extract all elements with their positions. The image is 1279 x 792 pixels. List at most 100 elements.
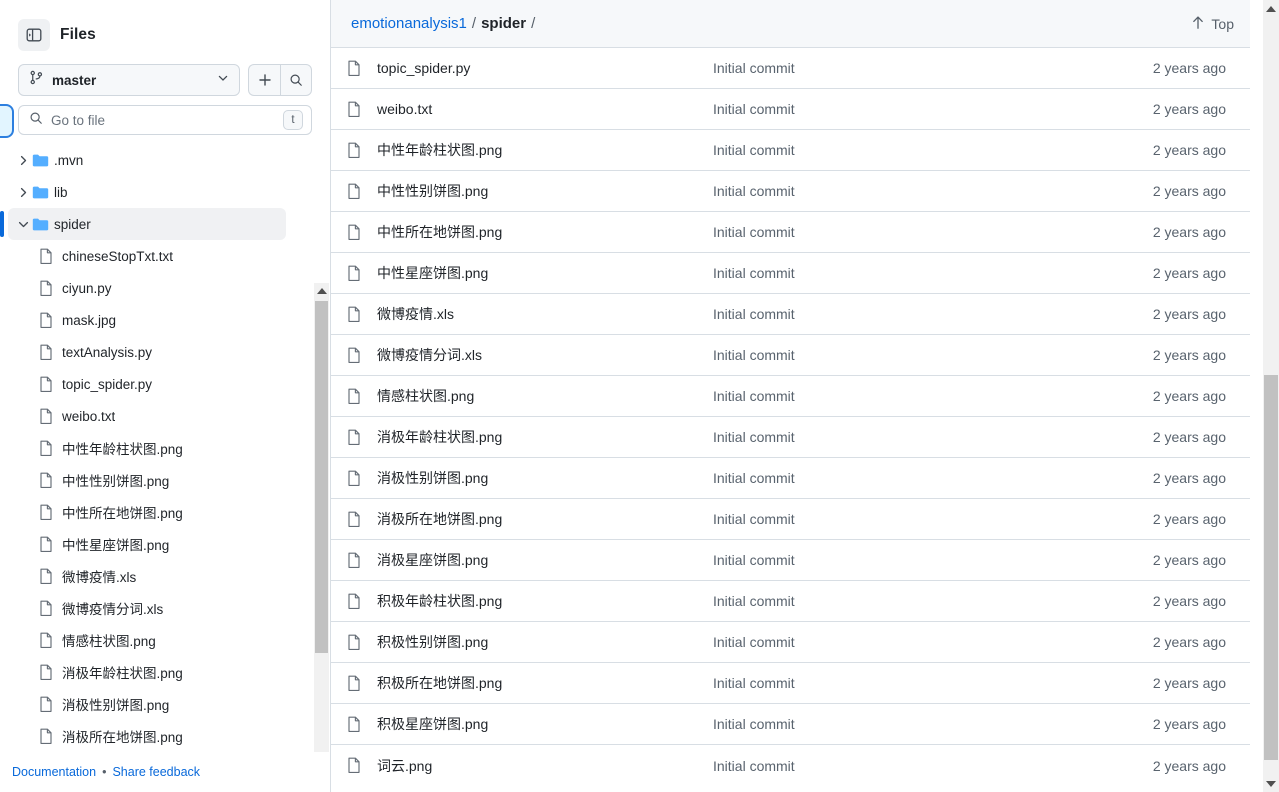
commit-message[interactable]: Initial commit [713,716,1100,732]
browser-scrollbar[interactable] [1263,0,1279,792]
commit-message[interactable]: Initial commit [713,429,1100,445]
tree-file-item[interactable]: 消极性别饼图.png [8,688,286,720]
commit-message[interactable]: Initial commit [713,552,1100,568]
tree-file-item[interactable]: ciyun.py [8,272,286,304]
file-name-link[interactable]: 中性年龄柱状图.png [377,140,713,160]
file-name-link[interactable]: 消极年龄柱状图.png [377,427,713,447]
table-row[interactable]: 积极所在地饼图.png Initial commit 2 years ago [331,663,1250,704]
file-name-link[interactable]: 消极性别饼图.png [377,468,713,488]
table-row[interactable]: 消极所在地饼图.png Initial commit 2 years ago [331,499,1250,540]
scroll-down-arrow[interactable] [1263,775,1279,792]
table-row[interactable]: weibo.txt Initial commit 2 years ago [331,89,1250,130]
file-icon [38,632,62,649]
tree-folder-lib[interactable]: lib [8,176,286,208]
tree-file-item[interactable]: 情感柱状图.png [8,624,286,656]
file-name-link[interactable]: topic_spider.py [377,60,713,76]
table-row[interactable]: 消极性别饼图.png Initial commit 2 years ago [331,458,1250,499]
top-button[interactable]: Top [1191,15,1234,33]
documentation-link[interactable]: Documentation [12,765,96,779]
file-name-link[interactable]: 中性星座饼图.png [377,263,713,283]
breadcrumb-repo-link[interactable]: emotionanalysis1 [351,15,467,32]
commit-message[interactable]: Initial commit [713,675,1100,691]
table-row[interactable]: topic_spider.py Initial commit 2 years ago [331,48,1250,89]
commit-time: 2 years ago [1152,716,1226,732]
commit-message[interactable]: Initial commit [713,593,1100,609]
commit-message[interactable]: Initial commit [713,224,1100,240]
table-row[interactable]: 积极性别饼图.png Initial commit 2 years ago [331,622,1250,663]
sidebar-scroll-up-arrow[interactable] [314,283,329,299]
tree-file-item[interactable]: 中性所在地饼图.png [8,496,286,528]
table-row[interactable]: 消极星座饼图.png Initial commit 2 years ago [331,540,1250,581]
file-name-link[interactable]: 消极星座饼图.png [377,550,713,570]
file-name-link[interactable]: 积极性别饼图.png [377,632,713,652]
commit-message[interactable]: Initial commit [713,634,1100,650]
commit-message[interactable]: Initial commit [713,470,1100,486]
file-name-link[interactable]: 积极星座饼图.png [377,714,713,734]
table-row[interactable]: 中性星座饼图.png Initial commit 2 years ago [331,253,1250,294]
commit-message[interactable]: Initial commit [713,511,1100,527]
file-name-link[interactable]: 中性性别饼图.png [377,181,713,201]
commit-message[interactable]: Initial commit [713,60,1100,76]
table-row[interactable]: 微博疫情分词.xls Initial commit 2 years ago [331,335,1250,376]
table-row[interactable]: 中性性别饼图.png Initial commit 2 years ago [331,171,1250,212]
share-feedback-link[interactable]: Share feedback [112,765,200,779]
scroll-thumb[interactable] [1264,375,1278,760]
gotofile-container[interactable]: t [18,105,312,135]
commit-message[interactable]: Initial commit [713,183,1100,199]
file-name-link[interactable]: weibo.txt [377,101,713,117]
file-icon [331,593,377,610]
file-name-link[interactable]: 消极所在地饼图.png [377,509,713,529]
sidebar-collapse-icon[interactable] [18,19,50,51]
file-name-link[interactable]: 微博疫情分词.xls [377,345,713,365]
table-row[interactable]: 消极年龄柱状图.png Initial commit 2 years ago [331,417,1250,458]
commit-message[interactable]: Initial commit [713,142,1100,158]
file-name-link[interactable]: 中性所在地饼图.png [377,222,713,242]
tree-file-item[interactable]: textAnalysis.py [8,336,286,368]
table-row[interactable]: 词云.png Initial commit 2 years ago [331,745,1250,786]
search-button[interactable] [280,64,312,96]
commit-message[interactable]: Initial commit [713,388,1100,404]
table-row[interactable]: 积极年龄柱状图.png Initial commit 2 years ago [331,581,1250,622]
chevron-right-icon[interactable] [14,186,32,199]
tree-file-item[interactable]: topic_spider.py [8,368,286,400]
add-file-button[interactable] [248,64,280,96]
file-name-link[interactable]: 微博疫情.xls [377,304,713,324]
table-row[interactable]: 积极星座饼图.png Initial commit 2 years ago [331,704,1250,745]
tree-file-item[interactable]: chineseStopTxt.txt [8,240,286,272]
table-row[interactable]: 中性所在地饼图.png Initial commit 2 years ago [331,212,1250,253]
file-icon [331,306,377,323]
table-row[interactable]: 微博疫情.xls Initial commit 2 years ago [331,294,1250,335]
tree-folder-spider[interactable]: spider [0,208,286,240]
commit-message[interactable]: Initial commit [713,265,1100,281]
search-input[interactable] [51,112,275,128]
tree-item-label: 中性所在地饼图.png [62,506,183,521]
commit-message[interactable]: Initial commit [713,758,1100,774]
tree-file-item[interactable]: 微博疫情.xls [8,560,286,592]
breadcrumb: emotionanalysis1 / spider / [351,15,535,32]
tree-file-item[interactable]: 中性年龄柱状图.png [8,432,286,464]
file-name-link[interactable]: 积极所在地饼图.png [377,673,713,693]
tree-file-item[interactable]: weibo.txt [8,400,286,432]
tree-file-item[interactable]: mask.jpg [8,304,286,336]
sidebar-scroll-thumb[interactable] [315,301,328,653]
sidebar-scrollbar[interactable] [314,283,329,752]
file-name-link[interactable]: 情感柱状图.png [377,386,713,406]
tree-file-item[interactable]: 微博疫情分词.xls [8,592,286,624]
chevron-down-icon[interactable] [14,218,32,231]
tree-file-item[interactable]: 消极年龄柱状图.png [8,656,286,688]
branch-selector[interactable]: master [18,64,240,96]
tree-folder-mvn[interactable]: .mvn [8,144,286,176]
table-row[interactable]: 中性年龄柱状图.png Initial commit 2 years ago [331,130,1250,171]
file-name-link[interactable]: 积极年龄柱状图.png [377,591,713,611]
file-icon [38,408,62,425]
table-row[interactable]: 情感柱状图.png Initial commit 2 years ago [331,376,1250,417]
tree-file-item[interactable]: 中性性别饼图.png [8,464,286,496]
commit-message[interactable]: Initial commit [713,101,1100,117]
scroll-up-arrow[interactable] [1263,0,1279,17]
commit-message[interactable]: Initial commit [713,347,1100,363]
file-name-link[interactable]: 词云.png [377,756,713,776]
tree-file-item[interactable]: 消极所在地饼图.png [8,720,286,752]
tree-file-item[interactable]: 中性星座饼图.png [8,528,286,560]
commit-message[interactable]: Initial commit [713,306,1100,322]
chevron-right-icon[interactable] [14,154,32,167]
